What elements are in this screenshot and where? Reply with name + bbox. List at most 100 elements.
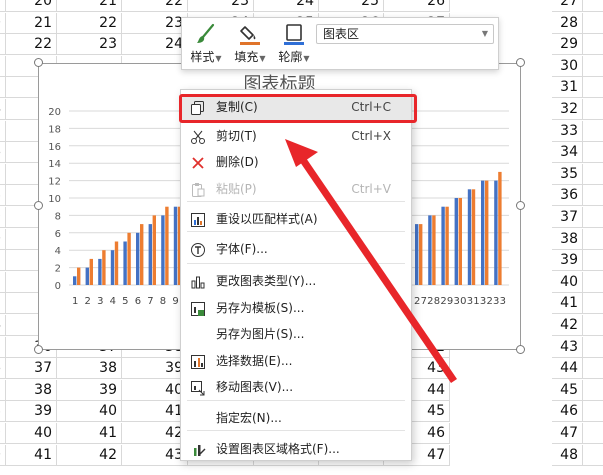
grid-cell[interactable] [583, 13, 603, 34]
grid-cell[interactable]: 27 [552, 0, 583, 12]
grid-cell[interactable]: 36 [552, 185, 583, 206]
grid-cell[interactable]: 41 [552, 293, 583, 314]
grid-cell[interactable]: 32 [552, 99, 583, 120]
grid-cell[interactable]: 42 [57, 445, 122, 466]
style-button[interactable]: 样式▼ [184, 20, 228, 68]
menu-item[interactable]: 移动图表(V)... [181, 374, 411, 400]
grid-cell[interactable] [583, 337, 603, 358]
grid-cell[interactable]: 24 [254, 0, 319, 12]
grid-cell[interactable]: 37 [6, 358, 57, 379]
grid-cell[interactable]: 41 [57, 423, 122, 444]
resize-handle-top-right[interactable] [516, 58, 525, 67]
grid-cell[interactable]: 31 [552, 77, 583, 98]
grid-cell[interactable]: 29 [552, 34, 583, 55]
grid-cell[interactable]: 39 [6, 401, 57, 422]
reset-style-icon [190, 211, 206, 227]
grid-cell[interactable]: 23 [122, 13, 188, 34]
grid-cell[interactable] [583, 229, 603, 250]
grid-cell[interactable]: 43 [552, 337, 583, 358]
grid-cell[interactable]: 39 [552, 250, 583, 271]
menu-item[interactable]: 选择数据(E)... [181, 348, 411, 374]
grid-cell[interactable]: 41 [6, 445, 57, 466]
grid-cell[interactable] [583, 358, 603, 379]
menu-item[interactable]: 指定宏(N)... [181, 405, 411, 431]
grid-cell[interactable]: 46 [552, 401, 583, 422]
grid-cell[interactable]: 23 [188, 0, 254, 12]
grid-cell[interactable]: 48 [552, 445, 583, 466]
grid-cell[interactable]: 21 [57, 0, 122, 12]
grid-cell[interactable]: 42 [122, 423, 188, 444]
menu-item[interactable]: 字体(F)... [181, 236, 411, 262]
menu-item[interactable]: 粘贴(P) Ctrl+V [181, 176, 411, 202]
menu-item[interactable]: 更改图表类型(Y)... [181, 268, 411, 294]
resize-handle-top-left[interactable] [34, 58, 43, 67]
grid-cell[interactable] [583, 293, 603, 314]
grid-cell[interactable]: 37 [552, 207, 583, 228]
grid-cell[interactable] [583, 185, 603, 206]
grid-cell[interactable]: 35 [552, 164, 583, 185]
grid-cell[interactable] [583, 207, 603, 228]
grid-cell[interactable]: 41 [122, 401, 188, 422]
grid-cell[interactable]: 33 [552, 121, 583, 142]
grid-cell[interactable]: 38 [57, 358, 122, 379]
resize-handle-middle-right[interactable] [516, 201, 525, 210]
grid-cell[interactable]: 34 [552, 142, 583, 163]
grid-cell[interactable]: 21 [6, 13, 57, 34]
grid-cell[interactable] [583, 250, 603, 271]
grid-cell[interactable]: 22 [57, 13, 122, 34]
menu-item[interactable]: 重设以匹配样式(A) [181, 206, 411, 232]
grid-cell[interactable] [583, 315, 603, 336]
grid-cell[interactable]: 45 [552, 380, 583, 401]
grid-cell[interactable] [583, 445, 603, 466]
grid-cell[interactable]: 28 [552, 13, 583, 34]
grid-cell[interactable]: 25 [319, 0, 384, 12]
grid-cell[interactable]: 47 [552, 423, 583, 444]
fill-button[interactable]: 填充▼ [228, 20, 272, 68]
grid-cell[interactable]: 22 [122, 0, 188, 12]
bar [152, 215, 156, 285]
menu-item[interactable]: 剪切(T) Ctrl+X [181, 123, 411, 149]
grid-cell[interactable] [583, 142, 603, 163]
grid-cell[interactable]: 20 [6, 0, 57, 12]
menu-item[interactable]: 设置图表区域格式(F)... [181, 436, 411, 462]
grid-cell[interactable]: 24 [122, 34, 188, 55]
grid-cell[interactable]: 30 [552, 56, 583, 77]
menu-item-shortcut: Ctrl+X [351, 129, 391, 143]
grid-cell[interactable] [583, 56, 603, 77]
outline-button[interactable]: 轮廓▼ [272, 20, 316, 68]
grid-cell[interactable]: 26 [384, 0, 450, 12]
chart-element-select[interactable]: 图表区 ▼ [316, 24, 494, 44]
grid-cell[interactable] [583, 423, 603, 444]
grid-cell[interactable] [583, 99, 603, 120]
grid-cell[interactable]: 38 [6, 380, 57, 401]
grid-cell[interactable] [583, 77, 603, 98]
fill-label: 填充 [234, 50, 259, 64]
grid-cell[interactable]: 22 [6, 34, 57, 55]
resize-handle-middle-left[interactable] [34, 201, 43, 210]
grid-cell[interactable] [583, 121, 603, 142]
grid-cell[interactable] [583, 0, 603, 12]
grid-cell[interactable] [583, 272, 603, 293]
grid-cell[interactable]: 40 [552, 272, 583, 293]
grid-cell[interactable] [583, 401, 603, 422]
grid-cell[interactable] [583, 380, 603, 401]
menu-item[interactable]: 另存为图片(S)... [181, 321, 411, 347]
grid-cell[interactable]: 43 [122, 445, 188, 466]
grid-cell[interactable]: 23 [57, 34, 122, 55]
grid-cell[interactable]: 44 [552, 358, 583, 379]
menu-item[interactable]: 删除(D) [181, 149, 411, 175]
grid-cell[interactable] [583, 164, 603, 185]
grid-cell[interactable]: 40 [6, 423, 57, 444]
resize-handle-bottom-left[interactable] [34, 345, 43, 354]
grid-cell[interactable]: 40 [122, 380, 188, 401]
grid-cell[interactable]: 40 [57, 401, 122, 422]
grid-cell[interactable]: 38 [552, 229, 583, 250]
bar [148, 224, 152, 285]
resize-handle-bottom-right[interactable] [516, 345, 525, 354]
grid-cell[interactable]: 39 [122, 358, 188, 379]
y-tick-label: 2 [55, 264, 61, 275]
menu-item[interactable]: 另存为模板(S)... [181, 295, 411, 321]
grid-cell[interactable]: 39 [57, 380, 122, 401]
grid-cell[interactable]: 42 [552, 315, 583, 336]
grid-cell[interactable] [583, 34, 603, 55]
